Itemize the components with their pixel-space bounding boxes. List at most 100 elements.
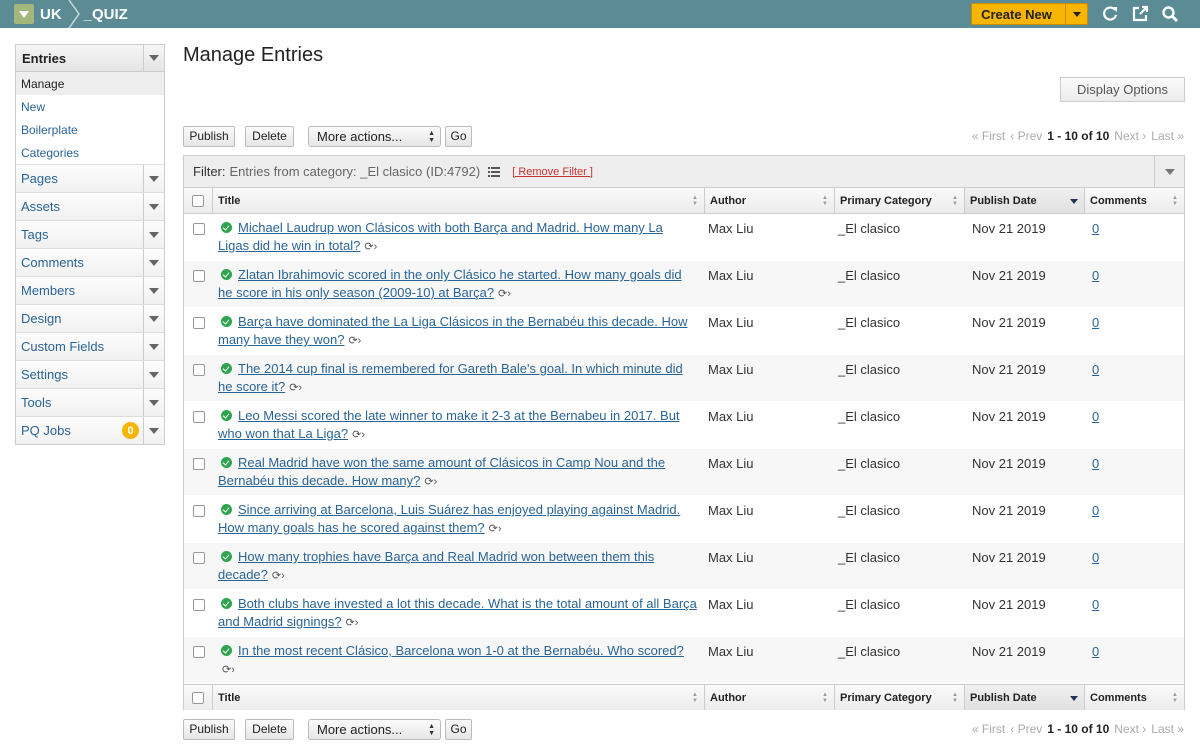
entry-title-link[interactable]: Barça have dominated the La Liga Clásico… <box>218 314 688 347</box>
sidebar-subitem-categories[interactable]: Categories <box>16 141 164 164</box>
search-icon[interactable] <box>1161 5 1179 23</box>
create-new-button[interactable]: Create New <box>971 3 1088 25</box>
create-new-dropdown[interactable] <box>1065 4 1087 24</box>
sidebar-item-pages[interactable]: Pages <box>16 164 164 192</box>
column-header-title[interactable]: Title ▲ ▼ <box>213 685 705 710</box>
column-header-comments[interactable]: Comments ▲ ▼ <box>1085 685 1184 710</box>
select-all-checkbox[interactable] <box>192 194 204 207</box>
row-checkbox[interactable] <box>192 317 205 329</box>
sidebar-subitem-manage[interactable]: Manage <box>16 72 164 95</box>
row-checkbox[interactable] <box>192 270 205 282</box>
view-page-icon[interactable]: ⟳› <box>222 664 235 676</box>
sidebar-item-dropdown[interactable] <box>143 193 164 220</box>
display-options-button[interactable]: Display Options <box>1060 77 1185 102</box>
sidebar-item-tags[interactable]: Tags <box>16 220 164 248</box>
column-header-category[interactable]: Primary Category ▲ ▼ <box>835 685 965 710</box>
entry-title-link[interactable]: Since arriving at Barcelona, Luis Suárez… <box>218 502 680 535</box>
sidebar-item-design[interactable]: Design <box>16 304 164 332</box>
sidebar-item-assets[interactable]: Assets <box>16 192 164 220</box>
entry-title-link[interactable]: In the most recent Clásico, Barcelona wo… <box>238 643 684 658</box>
entry-title-link[interactable]: Zlatan Ibrahimovic scored in the only Cl… <box>218 267 682 300</box>
filter-dropdown[interactable] <box>1154 156 1184 187</box>
sidebar-item-dropdown[interactable] <box>143 249 164 276</box>
sidebar-subitem-new[interactable]: New <box>16 95 164 118</box>
go-button[interactable]: Go <box>445 125 472 147</box>
site-menu-button[interactable] <box>14 4 34 24</box>
comments-count-link[interactable]: 0 <box>1092 503 1099 518</box>
column-header-author[interactable]: Author ▲ ▼ <box>705 685 835 710</box>
view-page-icon[interactable]: ⟳› <box>424 476 437 488</box>
entry-title-link[interactable]: Michael Laudrup won Clásicos with both B… <box>218 220 663 253</box>
entry-title-link[interactable]: Real Madrid have won the same amount of … <box>218 455 665 488</box>
remove-filter-link[interactable]: [ Remove Filter ] <box>512 166 593 178</box>
more-actions-select[interactable]: More actions... ▲ ▼ <box>308 718 441 740</box>
entry-title-link[interactable]: Both clubs have invested a lot this deca… <box>218 596 697 629</box>
row-checkbox[interactable] <box>192 646 205 658</box>
sort-descending-icon <box>1070 199 1078 204</box>
publish-button[interactable]: Publish <box>183 718 235 740</box>
sidebar-item-dropdown[interactable] <box>143 221 164 248</box>
title-cell: Zlatan Ibrahimovic scored in the only Cl… <box>213 261 705 307</box>
comments-count-link[interactable]: 0 <box>1092 362 1099 377</box>
row-checkbox[interactable] <box>192 223 205 235</box>
comments-count-link[interactable]: 0 <box>1092 315 1099 330</box>
column-header-category[interactable]: Primary Category ▲ ▼ <box>835 188 965 213</box>
list-icon[interactable] <box>488 166 501 177</box>
select-all-checkbox[interactable] <box>192 691 204 704</box>
sidebar-item-dropdown[interactable] <box>143 165 164 192</box>
sidebar-item-dropdown[interactable] <box>143 333 164 360</box>
more-actions-select[interactable]: More actions... ▲ ▼ <box>308 125 441 147</box>
sidebar-item-custom-fields[interactable]: Custom Fields <box>16 332 164 360</box>
comments-count-link[interactable]: 0 <box>1092 456 1099 471</box>
comments-count-link[interactable]: 0 <box>1092 597 1099 612</box>
delete-button[interactable]: Delete <box>245 718 294 740</box>
publish-button[interactable]: Publish <box>183 125 235 147</box>
sidebar-item-settings[interactable]: Settings <box>16 360 164 388</box>
breadcrumb-channel[interactable]: _QUIZ <box>84 0 128 28</box>
sidebar-item-tools[interactable]: Tools <box>16 388 164 416</box>
sidebar-item-comments[interactable]: Comments <box>16 248 164 276</box>
view-page-icon[interactable]: ⟳› <box>498 288 511 300</box>
comments-count-link[interactable]: 0 <box>1092 644 1099 659</box>
external-link-icon[interactable] <box>1131 5 1149 23</box>
sidebar-item-pq-jobs[interactable]: PQ Jobs 0 <box>16 416 164 444</box>
comments-count-link[interactable]: 0 <box>1092 268 1099 283</box>
row-checkbox[interactable] <box>192 458 205 470</box>
view-page-icon[interactable]: ⟳› <box>352 429 365 441</box>
row-checkbox[interactable] <box>192 411 205 423</box>
column-header-author[interactable]: Author ▲ ▼ <box>705 188 835 213</box>
row-checkbox[interactable] <box>192 552 205 564</box>
view-page-icon[interactable]: ⟳› <box>348 335 361 347</box>
entry-title-link[interactable]: Leo Messi scored the late winner to make… <box>218 408 680 441</box>
view-page-icon[interactable]: ⟳› <box>289 382 302 394</box>
sidebar-section-entries[interactable]: Entries <box>16 45 164 72</box>
go-button[interactable]: Go <box>445 718 472 740</box>
breadcrumb-site[interactable]: UK <box>40 0 80 28</box>
row-checkbox[interactable] <box>192 599 205 611</box>
breadcrumb-separator-icon <box>68 0 80 28</box>
comments-count-link[interactable]: 0 <box>1092 221 1099 236</box>
view-page-icon[interactable]: ⟳› <box>489 523 502 535</box>
view-page-icon[interactable]: ⟳› <box>272 570 285 582</box>
refresh-icon[interactable] <box>1101 5 1119 23</box>
entry-title-link[interactable]: The 2014 cup final is remembered for Gar… <box>218 361 683 394</box>
row-checkbox[interactable] <box>192 505 205 517</box>
sidebar-item-dropdown[interactable] <box>143 389 164 416</box>
sidebar-item-dropdown[interactable] <box>143 417 164 444</box>
view-page-icon[interactable]: ⟳› <box>364 241 377 253</box>
row-checkbox[interactable] <box>192 364 205 376</box>
view-page-icon[interactable]: ⟳› <box>346 617 359 629</box>
column-header-publish-date[interactable]: Publish Date <box>965 188 1085 213</box>
column-header-title[interactable]: Title ▲ ▼ <box>213 188 705 213</box>
delete-button[interactable]: Delete <box>245 125 294 147</box>
comments-count-link[interactable]: 0 <box>1092 550 1099 565</box>
sidebar-item-dropdown[interactable] <box>143 277 164 304</box>
column-header-comments[interactable]: Comments ▲ ▼ <box>1085 188 1184 213</box>
column-header-publish-date[interactable]: Publish Date <box>965 685 1085 710</box>
sidebar-subitem-boilerplate[interactable]: Boilerplate <box>16 118 164 141</box>
sidebar-section-dropdown[interactable] <box>143 45 164 71</box>
comments-count-link[interactable]: 0 <box>1092 409 1099 424</box>
sidebar-item-dropdown[interactable] <box>143 361 164 388</box>
sidebar-item-members[interactable]: Members <box>16 276 164 304</box>
sidebar-item-dropdown[interactable] <box>143 305 164 332</box>
